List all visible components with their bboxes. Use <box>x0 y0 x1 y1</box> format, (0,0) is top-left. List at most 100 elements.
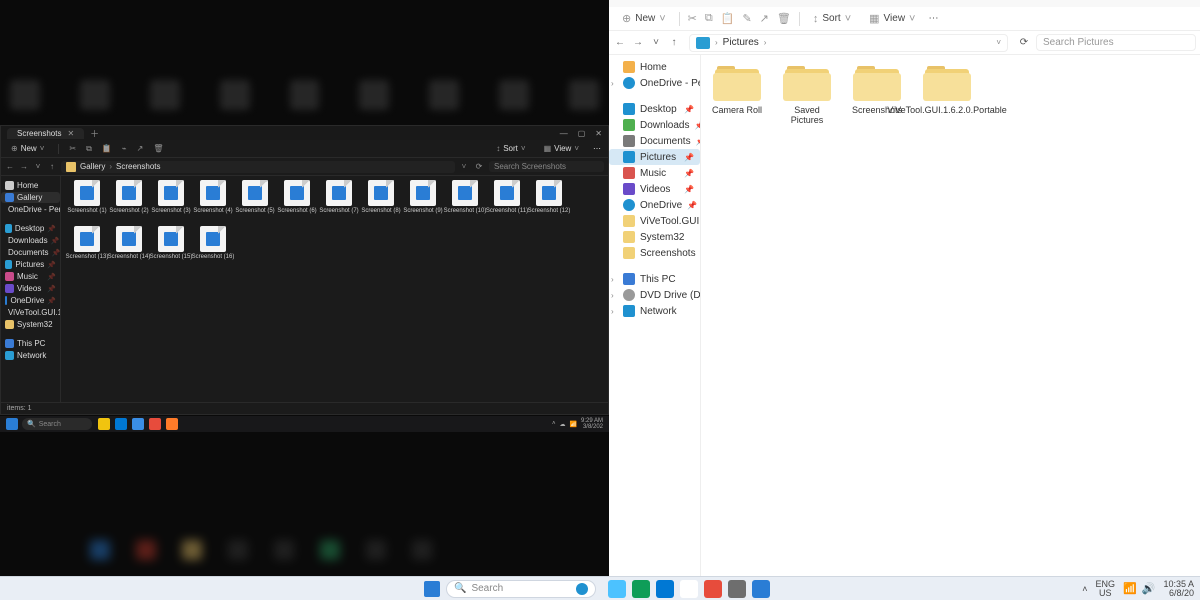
file-item[interactable]: Screenshot (8) <box>361 180 401 222</box>
wifi-icon[interactable]: 📶 <box>570 421 577 428</box>
nav-up-button[interactable]: ↑ <box>667 37 681 48</box>
taskbar-app[interactable] <box>149 418 161 430</box>
cut-icon[interactable]: ✂ <box>688 12 697 25</box>
close-button[interactable]: ✕ <box>595 129 602 138</box>
new-tab-button[interactable]: ＋ <box>90 127 99 140</box>
cloud-icon[interactable]: ☁ <box>560 421 566 428</box>
taskbar-app[interactable] <box>680 580 698 598</box>
sidebar-item-music[interactable]: Music📌 <box>1 271 60 282</box>
nav-back-button[interactable]: ← <box>5 162 15 171</box>
taskbar-app[interactable] <box>132 418 144 430</box>
folder-item[interactable]: Camera Roll <box>707 65 767 126</box>
sidebar-item-dvd-drive-d-ccc[interactable]: ›DVD Drive (D:) CCC <box>609 287 700 303</box>
system-tray[interactable]: ˄ ENG US 📶 🔊 10:35 A 6/8/20 <box>770 580 1200 598</box>
sidebar-item-onedrive[interactable]: OneDrive📌 <box>1 295 60 306</box>
taskbar-app[interactable] <box>166 418 178 430</box>
sidebar-item-onedrive[interactable]: OneDrive📌 <box>609 197 700 213</box>
sidebar-item-screenshots[interactable]: Screenshots <box>609 245 700 261</box>
sidebar-item-videos[interactable]: Videos📌 <box>1 283 60 294</box>
cut-icon[interactable]: ✂ <box>69 144 76 153</box>
paste-icon[interactable]: 📋 <box>721 12 735 25</box>
file-item[interactable]: Screenshot (11) <box>487 180 527 222</box>
file-item[interactable]: Screenshot (7) <box>319 180 359 222</box>
file-item[interactable]: Screenshot (3) <box>151 180 191 222</box>
refresh-button[interactable]: ⟳ <box>1016 37 1032 48</box>
sort-button[interactable]: ↕Sort ˅ <box>808 11 856 27</box>
refresh-button[interactable]: ⟳ <box>473 162 485 171</box>
chevron-right-icon[interactable]: › <box>611 307 614 316</box>
taskbar-app[interactable] <box>608 580 626 598</box>
taskbar-app[interactable] <box>115 418 127 430</box>
sidebar-item-videos[interactable]: Videos📌 <box>609 181 700 197</box>
sidebar-item-onedrive-persona[interactable]: OneDrive - Persona <box>1 204 60 215</box>
file-item[interactable]: Screenshot (14) <box>109 226 149 268</box>
file-item[interactable]: Screenshot (13) <box>67 226 107 268</box>
file-item[interactable]: Screenshot (1) <box>67 180 107 222</box>
file-item[interactable]: Screenshot (2) <box>109 180 149 222</box>
nav-forward-button[interactable]: → <box>631 37 645 48</box>
copy-icon[interactable]: ⧉ <box>705 12 713 25</box>
chevron-right-icon[interactable]: › <box>611 79 614 88</box>
embedded-search-input[interactable]: 🔍 Search <box>22 418 92 430</box>
minimize-button[interactable]: ― <box>560 129 568 138</box>
tab-close-icon[interactable]: ✕ <box>67 129 74 138</box>
sidebar-item-downloads[interactable]: Downloads📌 <box>1 235 60 246</box>
view-button[interactable]: ▦View ˅ <box>864 10 920 27</box>
start-button[interactable] <box>6 418 18 430</box>
nav-up-button[interactable]: ↑ <box>47 162 57 171</box>
sidebar-item-gallery[interactable]: Gallery <box>1 192 60 203</box>
sidebar-item-onedrive-persona[interactable]: ›OneDrive - Persona <box>609 75 700 91</box>
rename-icon[interactable]: ⌁ <box>122 144 127 153</box>
sidebar-item-desktop[interactable]: Desktop📌 <box>1 223 60 234</box>
sidebar-item-vivetool-gui-1-6-2-0[interactable]: ViVeTool.GUI.1.6.2.0 <box>1 307 60 318</box>
light-file-grid[interactable]: Camera RollSaved PicturesScreenshotsViVe… <box>701 55 1200 584</box>
language-indicator[interactable]: ENG US <box>1096 580 1116 598</box>
taskbar-app[interactable] <box>728 580 746 598</box>
search-input[interactable]: Search Screenshots <box>489 161 604 172</box>
sidebar-item-music[interactable]: Music📌 <box>609 165 700 181</box>
delete-icon[interactable]: 🗑 <box>777 12 791 25</box>
taskbar-app[interactable] <box>752 580 770 598</box>
new-button[interactable]: ⊕New ˅ <box>7 143 48 154</box>
sidebar-item-network[interactable]: Network <box>1 350 60 361</box>
dark-titlebar[interactable]: Screenshots ✕ ＋ ― ▢ ✕ <box>1 126 608 140</box>
embedded-system-tray[interactable]: ˄ ☁ 📶 9:29 AM 3/8/202 <box>552 418 603 430</box>
dark-file-grid[interactable]: Screenshot (1)Screenshot (2)Screenshot (… <box>61 176 608 402</box>
file-item[interactable]: Screenshot (10) <box>445 180 485 222</box>
start-button[interactable] <box>424 581 440 597</box>
folder-item[interactable]: ViVeTool.GUI.1.6.2.0.Portable <box>917 65 977 126</box>
clock[interactable]: 10:35 A 6/8/20 <box>1163 580 1194 598</box>
address-dropdown[interactable]: ˅ <box>996 38 1001 47</box>
maximize-button[interactable]: ▢ <box>578 129 586 138</box>
nav-forward-button[interactable]: → <box>19 162 29 171</box>
chevron-up-icon[interactable]: ˄ <box>552 421 556 427</box>
sidebar-item-desktop[interactable]: Desktop📌 <box>609 101 700 117</box>
breadcrumb[interactable]: › Pictures › ˅ <box>689 34 1008 52</box>
copy-icon[interactable]: ⧉ <box>86 144 92 154</box>
chevron-up-icon[interactable]: ˄ <box>1082 584 1087 594</box>
folder-item[interactable]: Saved Pictures <box>777 65 837 126</box>
new-button[interactable]: ⊕New ˅ <box>617 10 671 27</box>
share-icon[interactable]: ↗ <box>760 12 769 25</box>
sidebar-item-home[interactable]: Home <box>609 59 700 75</box>
breadcrumb[interactable]: Gallery › Screenshots <box>61 161 455 173</box>
taskbar-app[interactable] <box>632 580 650 598</box>
more-button[interactable]: ⋯ <box>593 144 602 153</box>
sidebar-item-pictures[interactable]: Pictures📌 <box>609 149 700 165</box>
sidebar-item-home[interactable]: Home <box>1 180 60 191</box>
chevron-right-icon[interactable]: › <box>611 291 614 300</box>
taskbar-app[interactable] <box>98 418 110 430</box>
file-item[interactable]: Screenshot (5) <box>235 180 275 222</box>
taskbar-app[interactable] <box>656 580 674 598</box>
nav-back-button[interactable]: ← <box>613 37 627 48</box>
delete-icon[interactable]: 🗑 <box>153 144 163 153</box>
file-item[interactable]: Screenshot (4) <box>193 180 233 222</box>
share-icon[interactable]: ↗ <box>137 144 144 153</box>
address-dropdown[interactable]: ˅ <box>459 162 469 171</box>
sidebar-item-this-pc[interactable]: ›This PC <box>609 271 700 287</box>
volume-icon[interactable]: 🔊 <box>1142 582 1156 595</box>
sidebar-item-downloads[interactable]: Downloads📌 <box>609 117 700 133</box>
sidebar-item-documents[interactable]: Documents📌 <box>609 133 700 149</box>
nav-recent-button[interactable]: ˅ <box>33 162 43 171</box>
sidebar-item-system32[interactable]: System32 <box>1 319 60 330</box>
